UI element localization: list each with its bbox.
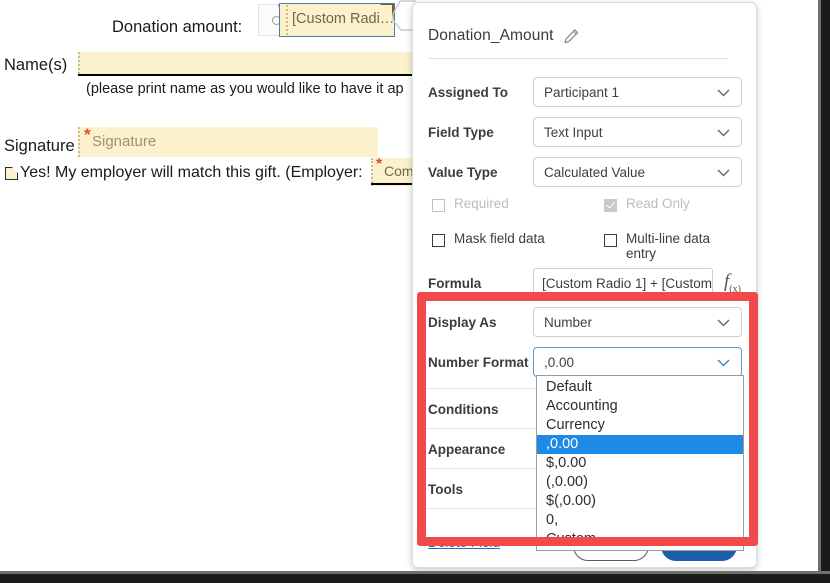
- number-format-value: ,0.00: [544, 354, 575, 370]
- custom-radio-field-text: [Custom Radi…: [292, 11, 395, 27]
- panel-title: Donation_Amount: [428, 27, 554, 44]
- row-formula: Formula [Custom Radio 1] + [Custom… f(x): [428, 268, 743, 298]
- dropdown-option-comma-0-00[interactable]: ,0.00: [537, 435, 743, 454]
- dropdown-option-default[interactable]: Default: [537, 378, 743, 397]
- formula-value: [Custom Radio 1] + [Custom…: [542, 275, 712, 291]
- display-as-select[interactable]: Number: [533, 307, 742, 337]
- page-edge-right: [821, 0, 830, 583]
- names-input-field[interactable]: [78, 52, 430, 74]
- row-value-type: Value Type Calculated Value: [428, 157, 743, 187]
- section-tools-label: Tools: [428, 481, 463, 497]
- mask-field-data-label: Mask field data: [454, 231, 545, 246]
- employer-match-checkbox[interactable]: [5, 167, 18, 180]
- screenshot-canvas: Donation amount: [Custom Radi… Name(s) (…: [0, 0, 830, 583]
- chevron-down-icon: [717, 359, 730, 367]
- donation-amount-label: Donation amount:: [112, 18, 243, 36]
- signature-label: Signature: [4, 137, 75, 155]
- multi-line-label: Multi-line data entry: [626, 231, 711, 261]
- checkbox-row-2: Mask field data Multi-line data entry: [428, 231, 743, 261]
- fx-icon[interactable]: f(x): [724, 272, 741, 295]
- required-label: Required: [454, 196, 509, 211]
- header-divider: [428, 58, 728, 59]
- read-only-checkbox[interactable]: [604, 199, 617, 212]
- number-format-select[interactable]: ,0.00: [533, 347, 742, 377]
- checkbox-row-1: Required Read Only: [428, 196, 743, 218]
- names-underline: [78, 74, 430, 76]
- formula-label: Formula: [428, 275, 482, 291]
- display-as-value: Number: [544, 314, 593, 330]
- field-type-value: Text Input: [544, 124, 603, 140]
- pdf-form-document: Donation amount: [Custom Radi… Name(s) (…: [0, 0, 430, 200]
- required-checkbox[interactable]: [432, 199, 445, 212]
- value-type-label: Value Type: [428, 164, 498, 180]
- pencil-icon[interactable]: [563, 28, 580, 45]
- field-type-label: Field Type: [428, 124, 494, 140]
- delete-field-link[interactable]: Delete Field: [428, 535, 500, 550]
- names-label: Name(s): [4, 56, 68, 74]
- print-name-note: (please print name as you would like to …: [86, 81, 404, 97]
- assigned-to-select[interactable]: Participant 1: [533, 77, 742, 107]
- required-asterisk-icon: *: [84, 125, 91, 144]
- multi-line-checkbox[interactable]: [604, 234, 617, 247]
- assigned-to-label: Assigned To: [428, 84, 509, 100]
- panel-header: Donation_Amount: [428, 27, 580, 45]
- value-type-select[interactable]: Calculated Value: [533, 157, 742, 187]
- dropdown-option-0-comma[interactable]: 0,: [537, 511, 743, 530]
- formula-input[interactable]: [Custom Radio 1] + [Custom…: [533, 268, 713, 298]
- dropdown-option-accounting[interactable]: Accounting: [537, 397, 743, 416]
- mask-field-data-checkbox[interactable]: [432, 234, 445, 247]
- signature-field-placeholder: Signature: [92, 133, 157, 150]
- chevron-down-icon: [717, 169, 730, 177]
- number-format-dropdown[interactable]: Default Accounting Currency ,0.00 $,0.00…: [536, 375, 744, 551]
- required-asterisk-icon-2: *: [376, 156, 383, 173]
- dropdown-option-dollar-paren-comma-0-00[interactable]: $(,0.00): [537, 492, 743, 511]
- number-format-label: Number Format: [428, 354, 529, 370]
- field-type-select[interactable]: Text Input: [533, 117, 742, 147]
- row-assigned-to: Assigned To Participant 1: [428, 77, 743, 107]
- display-as-label: Display As: [428, 314, 497, 330]
- dropdown-option-paren-comma-0-00[interactable]: (,0.00): [537, 473, 743, 492]
- section-appearance-label: Appearance: [428, 441, 506, 457]
- dropdown-option-custom[interactable]: Custom: [537, 530, 743, 549]
- fx-icon-sub: (x): [729, 283, 741, 295]
- value-type-value: Calculated Value: [544, 164, 646, 180]
- section-conditions-label: Conditions: [428, 401, 499, 417]
- dropdown-option-dollar-comma-0-00[interactable]: $,0.00: [537, 454, 743, 473]
- assigned-to-value: Participant 1: [544, 84, 620, 100]
- employer-match-text: Yes! My employer will match this gift. (…: [20, 164, 363, 181]
- dropdown-option-currency[interactable]: Currency: [537, 416, 743, 435]
- chevron-down-icon: [717, 129, 730, 137]
- chevron-down-icon: [717, 319, 730, 327]
- field-properties-panel: Donation_Amount Assigned To Participant …: [412, 2, 757, 568]
- row-number-format: Number Format ,0.00: [428, 347, 743, 377]
- read-only-label: Read Only: [626, 196, 690, 211]
- row-display-as: Display As Number: [428, 307, 743, 337]
- row-field-type: Field Type Text Input: [428, 117, 743, 147]
- page-edge-bottom: [0, 574, 830, 583]
- chevron-down-icon: [717, 89, 730, 97]
